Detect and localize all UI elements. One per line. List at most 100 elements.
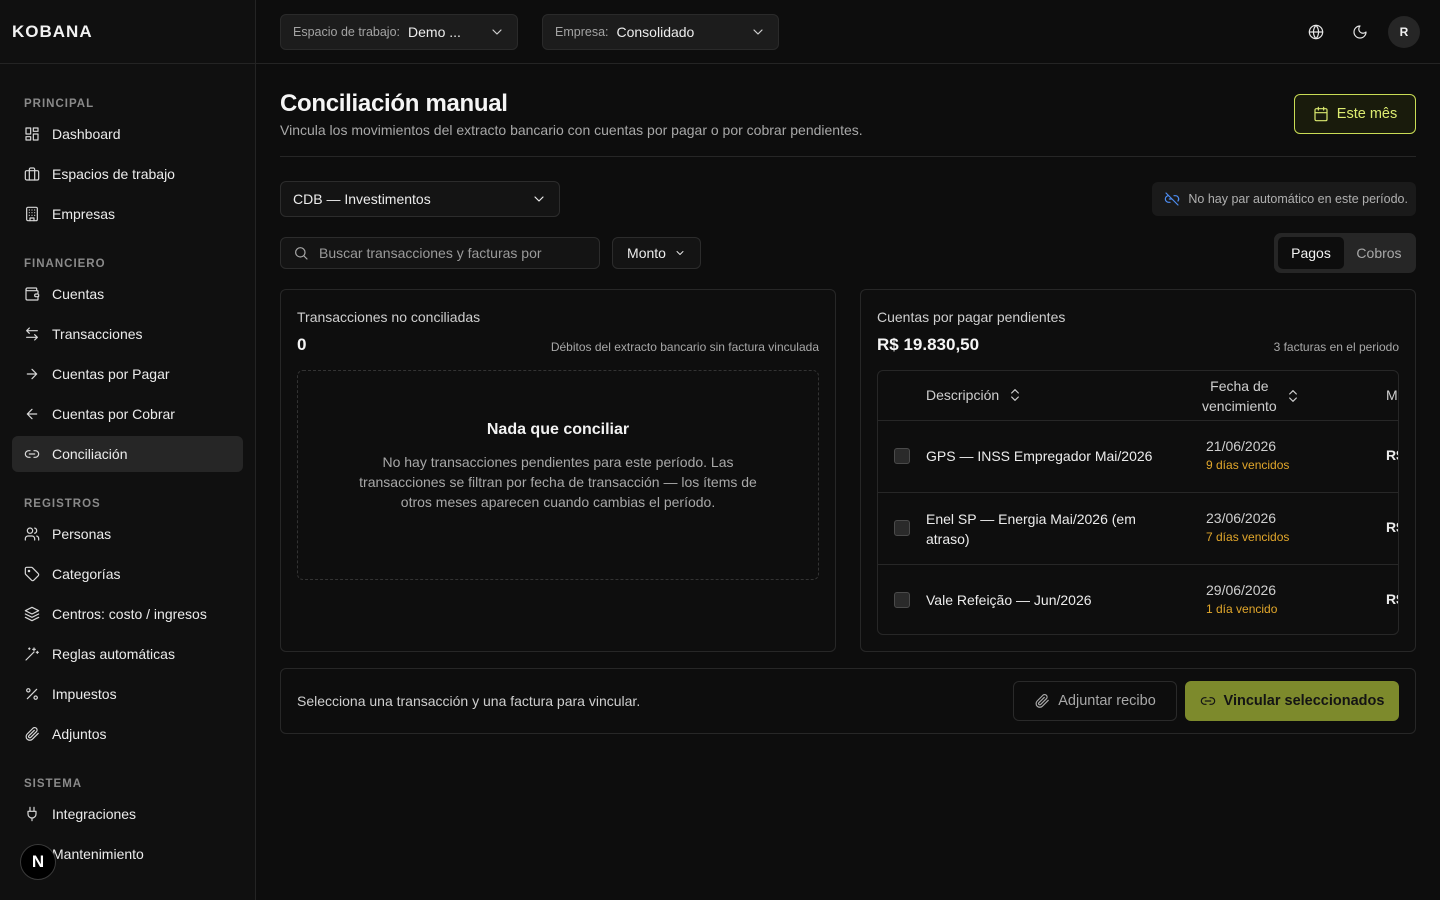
company-select-label: Empresa: [555, 24, 609, 39]
sort-select[interactable]: Monto [612, 237, 701, 269]
payables-table: Descripción Fecha de vencimiento M GPS — … [877, 370, 1399, 635]
row-checkbox[interactable] [894, 448, 910, 464]
sidebar-item-label: Reglas automáticas [52, 646, 175, 662]
sidebar-item-payables[interactable]: Cuentas por Pagar [12, 356, 243, 392]
company-select-value: Consolidado [616, 23, 695, 40]
account-select-value: CDB — Investimentos [293, 191, 431, 207]
page-subtitle: Vincula los movimientos del extracto ban… [280, 122, 863, 138]
panel-total: R$ 19.830,50 [877, 335, 980, 354]
no-auto-pair-text: No hay par automático en este período. [1188, 192, 1408, 206]
wallet-icon [24, 286, 40, 302]
sidebar-item-label: Adjuntos [52, 726, 107, 742]
sidebar-nav: PRINCIPAL Dashboard Espacios de trabajo … [0, 64, 255, 872]
row-amount: R$ [1386, 519, 1398, 535]
sort-icon [1285, 388, 1301, 404]
overdue-label: 9 días vencidos [1206, 458, 1290, 472]
period-button[interactable]: Este mês [1294, 94, 1416, 134]
users-icon [24, 526, 40, 542]
row-due-date: 21/06/2026 9 días vencidos [1206, 438, 1289, 472]
sidebar-item-label: Cuentas [52, 286, 105, 302]
sidebar-item-label: Espacios de trabajo [52, 166, 175, 182]
sort-select-value: Monto [627, 245, 666, 261]
sidebar-item-label: Conciliación [52, 446, 128, 462]
unlink-icon [1164, 191, 1180, 207]
sidebar-item-label: Integraciones [52, 806, 137, 822]
sidebar-item-transactions[interactable]: Transacciones [12, 316, 243, 352]
sidebar-item-people[interactable]: Personas [12, 516, 243, 552]
sidebar-item-dashboard[interactable]: Dashboard [12, 116, 243, 152]
sidebar-item-accounts[interactable]: Cuentas [12, 276, 243, 312]
sidebar-item-receivables[interactable]: Cuentas por Cobrar [12, 396, 243, 432]
panel-title: Cuentas por pagar pendientes [877, 309, 1066, 325]
arrows-left-right-icon [24, 326, 40, 342]
overdue-label: 7 días vencidos [1206, 530, 1290, 544]
row-checkbox[interactable] [894, 520, 910, 536]
section-title-principal: PRINCIPAL [24, 98, 95, 110]
sidebar-item-label: Cuentas por Pagar [52, 366, 170, 382]
tab-pagos[interactable]: Pagos [1278, 237, 1344, 269]
chevron-down-icon [489, 24, 505, 40]
plug-icon [24, 806, 40, 822]
sort-icon [1007, 387, 1023, 403]
sidebar-item-categories[interactable]: Categorías [12, 556, 243, 592]
sidebar-item-reconciliation[interactable]: Conciliación [12, 436, 243, 472]
row-amount: R$ [1386, 591, 1398, 607]
unreconciled-transactions-panel: Transacciones no conciliadas 0 Débitos d… [280, 289, 836, 652]
wand-icon [24, 646, 40, 662]
link-selected-button[interactable]: Vincular seleccionados [1185, 681, 1399, 721]
avatar[interactable]: R [1388, 16, 1420, 48]
row-checkbox[interactable] [894, 592, 910, 608]
sidebar-item-cost-centers[interactable]: Centros: costo / ingresos [12, 596, 243, 632]
column-header-label: Descripción [926, 387, 1000, 403]
moon-icon[interactable] [1344, 16, 1376, 48]
table-row[interactable]: Enel SP — Energia Mai/2026 (em atraso) 2… [878, 493, 1398, 565]
sidebar-item-label: Transacciones [52, 326, 143, 342]
company-select[interactable]: Empresa: Consolidado [542, 13, 779, 50]
due-date-value: 21/06/2026 [1206, 438, 1277, 454]
due-date-value: 23/06/2026 [1206, 510, 1277, 526]
row-due-date: 23/06/2026 7 días vencidos [1206, 510, 1289, 544]
column-header-due-date[interactable]: Fecha de vencimiento [1202, 376, 1301, 416]
chevron-down-icon [531, 191, 547, 207]
sidebar-item-label: Mantenimiento [52, 846, 144, 862]
attach-receipt-label: Adjuntar recibo [1058, 693, 1156, 709]
link-icon [1200, 693, 1216, 709]
page-title: Conciliación manual [280, 90, 508, 117]
table-row[interactable]: GPS — INSS Empregador Mai/2026 21/06/202… [878, 421, 1398, 493]
workspace-select[interactable]: Espacio de trabajo: Demo ... [280, 13, 518, 50]
type-toggle: Pagos Cobros [1274, 233, 1416, 273]
attach-receipt-button[interactable]: Adjuntar recibo [1013, 681, 1177, 721]
period-button-label: Este mês [1336, 106, 1398, 122]
workspace-select-label: Espacio de trabajo: [293, 24, 401, 39]
search-box[interactable] [280, 237, 600, 269]
sidebar-item-taxes[interactable]: Impuestos [12, 676, 243, 712]
brand-logo[interactable]: KOBANA [12, 22, 93, 42]
pending-payables-panel: Cuentas por pagar pendientes R$ 19.830,5… [860, 289, 1416, 652]
sidebar-item-integrations[interactable]: Integraciones [12, 796, 243, 832]
tab-cobros[interactable]: Cobros [1346, 237, 1412, 269]
sidebar-item-rules[interactable]: Reglas automáticas [12, 636, 243, 672]
sidebar-item-workspaces[interactable]: Espacios de trabajo [12, 156, 243, 192]
column-header-amount[interactable]: M [1386, 387, 1398, 403]
panel-title: Transacciones no conciliadas [297, 309, 481, 325]
sidebar: KOBANA PRINCIPAL Dashboard Espacios de t… [0, 0, 256, 900]
sidebar-item-attachments[interactable]: Adjuntos [12, 716, 243, 752]
search-input[interactable] [319, 245, 579, 261]
dev-badge[interactable]: N [20, 844, 56, 880]
column-header-line-1: Fecha de [1210, 378, 1269, 394]
section-title-registros: REGISTROS [24, 498, 101, 510]
panel-hint: 3 facturas en el periodo [1273, 340, 1399, 354]
sidebar-item-companies[interactable]: Empresas [12, 196, 243, 232]
column-header-label: Fecha de vencimiento [1202, 376, 1277, 416]
link-selected-label: Vincular seleccionados [1223, 693, 1385, 709]
globe-icon[interactable] [1300, 16, 1332, 48]
table-row[interactable]: Vale Refeição — Jun/2026 29/06/2026 1 dí… [878, 565, 1398, 634]
section-title-financiero: FINANCIERO [24, 258, 106, 270]
paperclip-icon [1034, 693, 1050, 709]
column-header-description[interactable]: Descripción [926, 387, 1023, 403]
sidebar-item-label: Categorías [52, 566, 121, 582]
account-select[interactable]: CDB — Investimentos [280, 181, 560, 217]
row-description: Vale Refeição — Jun/2026 [926, 592, 1092, 608]
column-header-line-2: vencimiento [1202, 398, 1277, 414]
sidebar-item-label: Centros: costo / ingresos [52, 606, 207, 622]
